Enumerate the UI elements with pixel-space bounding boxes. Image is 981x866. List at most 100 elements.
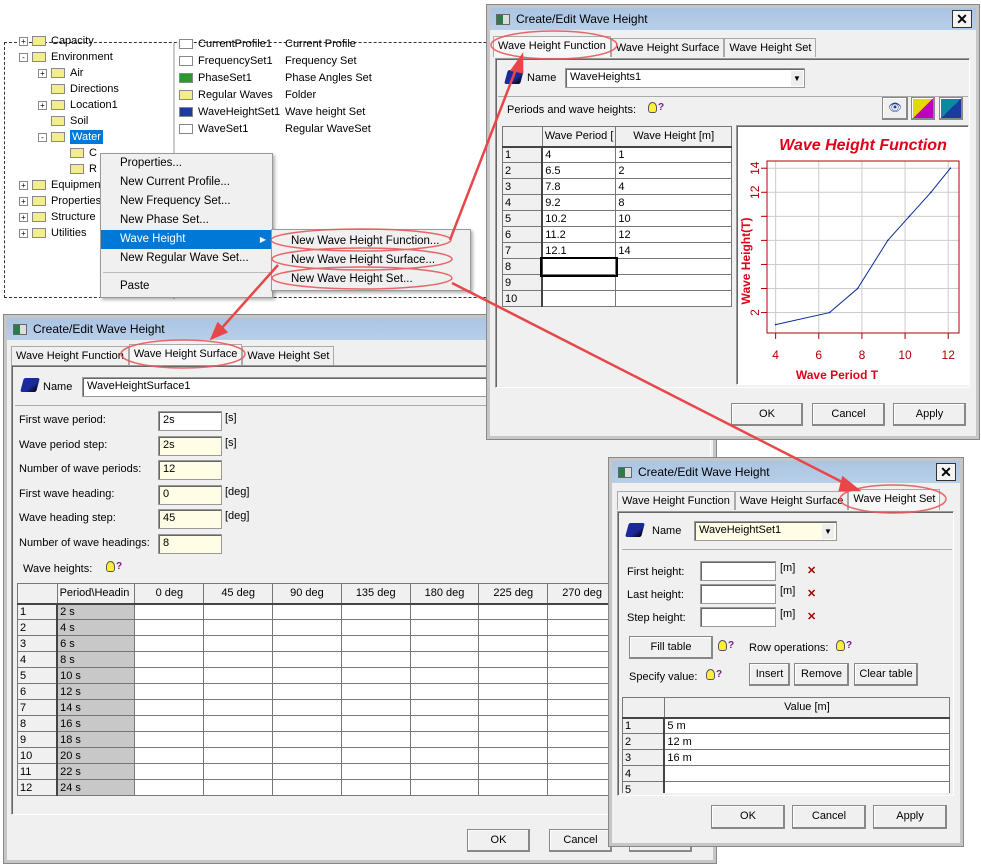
field-input[interactable]: 8 (158, 534, 222, 554)
submenu-item[interactable]: New Wave Height Set... (272, 270, 470, 289)
tree-item[interactable]: + Air (38, 67, 83, 79)
menu-item[interactable]: New Frequency Set... (101, 192, 272, 211)
table-cell[interactable] (478, 747, 549, 764)
table-cell[interactable] (409, 699, 480, 716)
table-cell[interactable] (409, 667, 480, 684)
ok-button[interactable]: OK (711, 805, 785, 829)
table-cell[interactable]: 1 (615, 146, 732, 163)
cancel-button[interactable]: Cancel (792, 805, 866, 829)
tree-item[interactable]: + Location1 (38, 99, 118, 111)
list-item[interactable]: FrequencySet1 Frequency Set (179, 55, 357, 67)
table-cell[interactable] (663, 781, 951, 793)
table-cell[interactable] (203, 731, 274, 748)
table-cell[interactable]: 5 m (663, 717, 951, 734)
table-cell[interactable] (547, 683, 617, 700)
table-cell[interactable] (203, 747, 274, 764)
column-header[interactable]: Period\Headin (56, 583, 136, 605)
close-button[interactable]: ✕ (952, 10, 972, 28)
table-cell[interactable] (340, 683, 411, 700)
table-cell[interactable] (340, 603, 411, 620)
column-header[interactable]: 90 deg (272, 583, 342, 605)
table-cell[interactable] (203, 779, 274, 796)
table-cell[interactable] (272, 715, 342, 732)
table-cell[interactable]: 16 s (56, 715, 136, 732)
table-cell[interactable] (272, 683, 342, 700)
table-cell[interactable]: 8 s (56, 651, 136, 668)
expand-icon[interactable]: + (38, 68, 47, 78)
field-input[interactable]: 2s (158, 435, 222, 456)
table-cell[interactable] (547, 699, 617, 716)
view-eye-button[interactable]: 👁 (882, 97, 908, 120)
table-cell[interactable] (409, 651, 480, 668)
expand-icon[interactable]: + (38, 100, 47, 110)
table-cell[interactable] (409, 619, 480, 636)
table-cell[interactable] (272, 619, 342, 636)
table-cell[interactable] (547, 667, 617, 684)
table-cell[interactable] (340, 651, 411, 668)
table-cell[interactable] (134, 635, 205, 652)
table-cell[interactable] (134, 715, 205, 732)
table-cell[interactable]: 12 s (56, 683, 136, 700)
tree-item[interactable]: - Environment (19, 51, 113, 63)
help-bulb-icon[interactable]: ? (718, 640, 734, 651)
table-cell[interactable] (478, 763, 549, 780)
tree-item[interactable]: Soil (38, 115, 88, 127)
name-combobox[interactable]: WaveHeightSet1 (694, 521, 837, 541)
field-input[interactable]: 0 (158, 484, 222, 505)
table-cell[interactable]: 14 (615, 242, 732, 259)
table-cell[interactable]: 12.1 (541, 242, 617, 259)
column-header[interactable]: Wave Period [ (541, 126, 617, 148)
table-cell[interactable] (478, 651, 549, 668)
table-cell[interactable] (547, 619, 617, 636)
menu-item[interactable]: Properties... (101, 154, 272, 173)
column-header[interactable]: 270 deg (547, 583, 617, 605)
table-cell[interactable] (541, 274, 617, 291)
apply-button[interactable]: Apply (873, 805, 947, 829)
table-cell[interactable] (547, 715, 617, 732)
column-header[interactable]: 135 deg (340, 583, 411, 605)
table-cell[interactable]: 8 (615, 194, 732, 211)
tree-item[interactable]: - Water (38, 130, 103, 144)
table-cell[interactable]: 4 (541, 146, 617, 163)
tab-wave-height-surface[interactable]: Wave Height Surface (610, 38, 725, 57)
tab-wave-height-function[interactable]: Wave Height Function (493, 36, 611, 57)
table-cell[interactable]: 10 (615, 210, 732, 227)
table-cell[interactable] (203, 651, 274, 668)
table-cell[interactable] (478, 715, 549, 732)
table-cell[interactable] (272, 651, 342, 668)
collapse-icon[interactable]: - (38, 132, 47, 142)
tree-item[interactable]: + Structure (19, 211, 96, 223)
table-cell[interactable] (340, 715, 411, 732)
cancel-button[interactable]: Cancel (549, 829, 612, 852)
help-bulb-icon[interactable]: ? (106, 561, 122, 572)
tab-wave-height-set[interactable]: Wave Height Set (848, 489, 941, 510)
close-button[interactable]: ✕ (936, 463, 956, 481)
table-cell[interactable] (203, 667, 274, 684)
expand-icon[interactable]: + (19, 228, 28, 238)
help-bulb-icon[interactable]: ? (836, 640, 852, 651)
column-header[interactable]: Wave Height [m] (615, 126, 732, 148)
table-cell[interactable] (134, 667, 205, 684)
column-header[interactable]: Value [m] (663, 697, 951, 719)
table-cell[interactable] (134, 763, 205, 780)
table-cell[interactable] (203, 699, 274, 716)
submenu-item[interactable]: New Wave Height Function... (272, 232, 470, 251)
submenu-item[interactable]: New Wave Height Surface... (272, 251, 470, 270)
table-cell[interactable]: 12 (615, 226, 732, 243)
table-cell[interactable]: 4 s (56, 619, 136, 636)
table-cell[interactable] (409, 731, 480, 748)
table-cell[interactable]: 16 m (663, 749, 951, 766)
tree-item[interactable]: + Equipment (19, 179, 104, 191)
table-cell[interactable] (478, 635, 549, 652)
column-header[interactable] (622, 697, 665, 719)
table-cell[interactable] (409, 763, 480, 780)
column-header[interactable]: 225 deg (478, 583, 549, 605)
periods-grid[interactable]: Wave Period [Wave Height [m] 1 4 1 2 6.5 2 3 7.8… (502, 126, 732, 307)
list-item[interactable]: WaveSet1 Regular WaveSet (179, 123, 371, 135)
table-cell[interactable]: 7.8 (541, 178, 617, 195)
table-cell[interactable] (272, 779, 342, 796)
table-cell[interactable] (134, 651, 205, 668)
tab-wave-height-surface[interactable]: Wave Height Surface (734, 491, 849, 510)
collapse-icon[interactable]: - (19, 52, 28, 62)
table-cell[interactable] (663, 765, 951, 782)
